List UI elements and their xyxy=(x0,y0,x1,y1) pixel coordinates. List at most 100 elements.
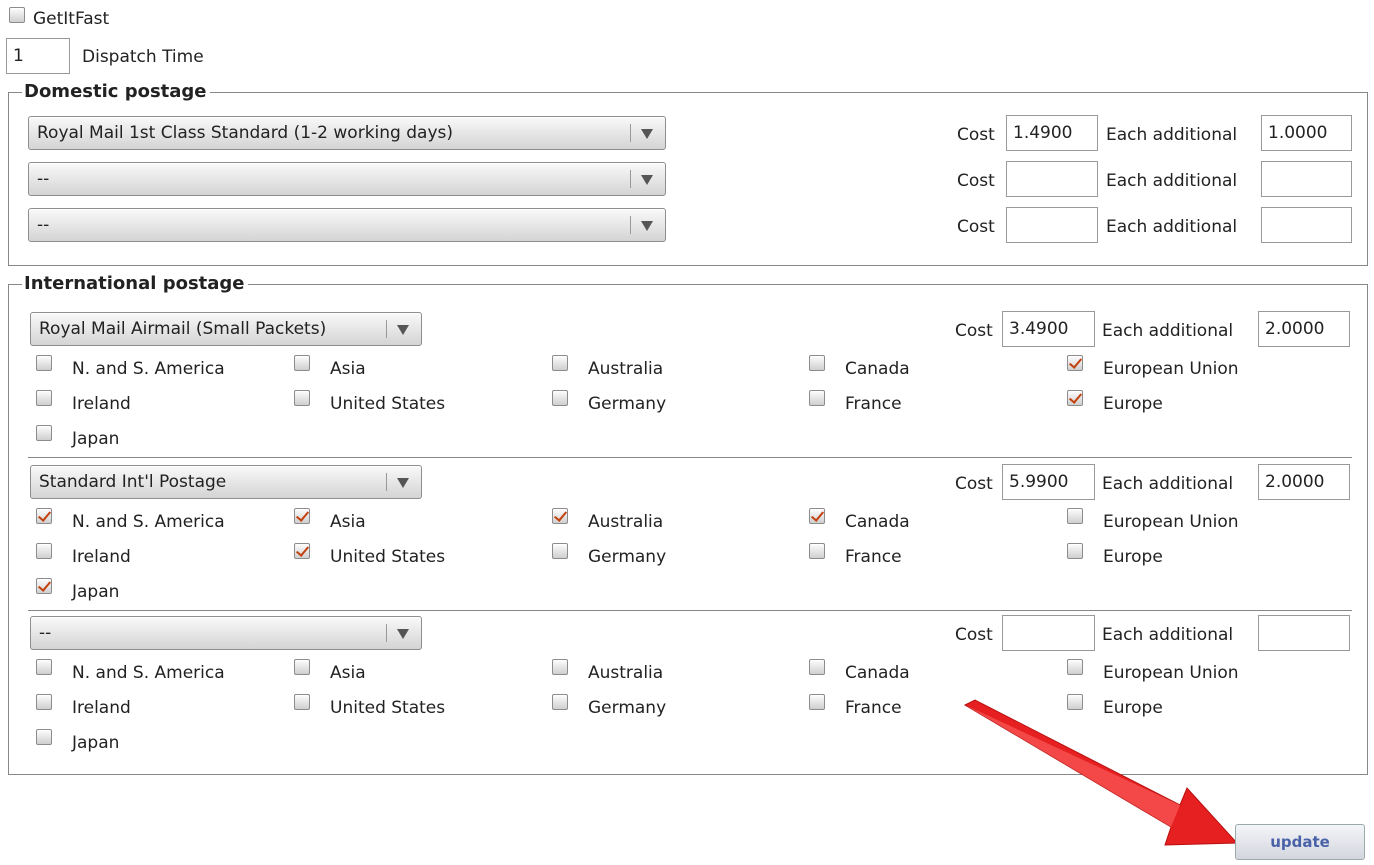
select-divider xyxy=(386,473,387,491)
international-each-additional-input[interactable] xyxy=(1258,615,1350,651)
region-checkbox[interactable] xyxy=(294,543,310,559)
international-service-select[interactable]: Standard Int'l Postage xyxy=(30,465,422,499)
region-checkbox[interactable] xyxy=(36,729,52,745)
each-additional-label: Each additional xyxy=(1102,625,1234,645)
domestic-postage-legend: Domestic postage xyxy=(22,81,210,103)
select-value: -- xyxy=(39,623,52,643)
region-checkbox[interactable] xyxy=(809,508,825,524)
region-label: Germany xyxy=(588,547,667,567)
domestic-service-select[interactable]: Royal Mail 1st Class Standard (1-2 worki… xyxy=(28,116,666,150)
domestic-cost-input[interactable] xyxy=(1006,115,1098,151)
region-label: Asia xyxy=(330,663,366,683)
each-additional-label: Each additional xyxy=(1106,125,1238,145)
region-checkbox[interactable] xyxy=(36,390,52,406)
region-label: N. and S. America xyxy=(72,512,225,532)
select-divider xyxy=(386,320,387,338)
region-label: France xyxy=(845,394,902,414)
chevron-down-icon xyxy=(641,175,653,185)
region-checkbox[interactable] xyxy=(809,659,825,675)
region-checkbox[interactable] xyxy=(294,390,310,406)
domestic-service-select[interactable]: -- xyxy=(28,208,666,242)
region-checkbox[interactable] xyxy=(1067,355,1083,371)
region-label: France xyxy=(845,698,902,718)
cost-label: Cost xyxy=(957,125,995,145)
region-label: Ireland xyxy=(72,394,131,414)
select-divider xyxy=(630,124,631,142)
domestic-each-additional-input[interactable] xyxy=(1261,161,1352,197)
region-checkbox[interactable] xyxy=(552,543,568,559)
update-button[interactable]: update xyxy=(1235,824,1365,860)
region-checkbox[interactable] xyxy=(36,508,52,524)
cost-label: Cost xyxy=(957,217,995,237)
each-additional-label: Each additional xyxy=(1106,217,1238,237)
region-checkbox[interactable] xyxy=(1067,543,1083,559)
region-checkbox[interactable] xyxy=(552,355,568,371)
region-label: Australia xyxy=(588,359,664,379)
region-label: Germany xyxy=(588,698,667,718)
domestic-service-select[interactable]: -- xyxy=(28,162,666,196)
international-cost-input[interactable] xyxy=(1002,615,1095,651)
region-checkbox[interactable] xyxy=(36,659,52,675)
each-additional-label: Each additional xyxy=(1102,474,1234,494)
select-value: -- xyxy=(37,215,50,235)
region-checkbox[interactable] xyxy=(1067,659,1083,675)
domestic-cost-input[interactable] xyxy=(1006,161,1098,197)
region-checkbox[interactable] xyxy=(1067,390,1083,406)
region-checkbox[interactable] xyxy=(809,543,825,559)
domestic-each-additional-input[interactable] xyxy=(1261,207,1352,243)
region-label: Japan xyxy=(72,733,120,753)
region-label: Asia xyxy=(330,359,366,379)
region-checkbox[interactable] xyxy=(36,694,52,710)
region-checkbox[interactable] xyxy=(36,578,52,594)
international-cost-input[interactable] xyxy=(1002,464,1095,500)
international-each-additional-input[interactable] xyxy=(1258,464,1350,500)
region-label: Japan xyxy=(72,582,120,602)
cost-label: Cost xyxy=(955,321,993,341)
region-checkbox[interactable] xyxy=(552,659,568,675)
domestic-each-additional-input[interactable] xyxy=(1261,115,1352,151)
international-cost-input[interactable] xyxy=(1002,311,1095,347)
region-label: N. and S. America xyxy=(72,359,225,379)
region-label: Australia xyxy=(588,663,664,683)
region-checkbox[interactable] xyxy=(1067,508,1083,524)
chevron-down-icon xyxy=(397,629,409,639)
region-label: Asia xyxy=(330,512,366,532)
region-checkbox[interactable] xyxy=(809,694,825,710)
region-checkbox[interactable] xyxy=(294,355,310,371)
region-checkbox[interactable] xyxy=(552,508,568,524)
region-checkbox[interactable] xyxy=(36,543,52,559)
region-label: Germany xyxy=(588,394,667,414)
region-label: Europe xyxy=(1103,394,1163,414)
region-label: Ireland xyxy=(72,547,131,567)
each-additional-label: Each additional xyxy=(1102,321,1234,341)
row-divider xyxy=(28,457,1352,458)
region-label: Canada xyxy=(845,663,910,683)
dispatch-time-input[interactable] xyxy=(6,38,70,74)
region-checkbox[interactable] xyxy=(294,694,310,710)
region-label: Ireland xyxy=(72,698,131,718)
select-value: -- xyxy=(37,169,50,189)
region-label: European Union xyxy=(1103,663,1239,683)
region-checkbox[interactable] xyxy=(36,355,52,371)
region-checkbox[interactable] xyxy=(552,694,568,710)
chevron-down-icon xyxy=(641,221,653,231)
region-checkbox[interactable] xyxy=(294,508,310,524)
region-checkbox[interactable] xyxy=(36,425,52,441)
domestic-cost-input[interactable] xyxy=(1006,207,1098,243)
region-checkbox[interactable] xyxy=(809,355,825,371)
international-each-additional-input[interactable] xyxy=(1258,311,1350,347)
region-label: France xyxy=(845,547,902,567)
getitfast-checkbox[interactable] xyxy=(9,7,25,23)
region-label: European Union xyxy=(1103,359,1239,379)
region-label: United States xyxy=(330,698,446,718)
region-checkbox[interactable] xyxy=(809,390,825,406)
chevron-down-icon xyxy=(397,478,409,488)
pointer-arrow-icon xyxy=(963,699,1239,846)
region-label: N. and S. America xyxy=(72,663,225,683)
region-checkbox[interactable] xyxy=(552,390,568,406)
select-value: Standard Int'l Postage xyxy=(39,472,227,492)
region-checkbox[interactable] xyxy=(294,659,310,675)
each-additional-label: Each additional xyxy=(1106,171,1238,191)
international-service-select[interactable]: -- xyxy=(30,616,422,650)
international-service-select[interactable]: Royal Mail Airmail (Small Packets) xyxy=(30,312,422,346)
